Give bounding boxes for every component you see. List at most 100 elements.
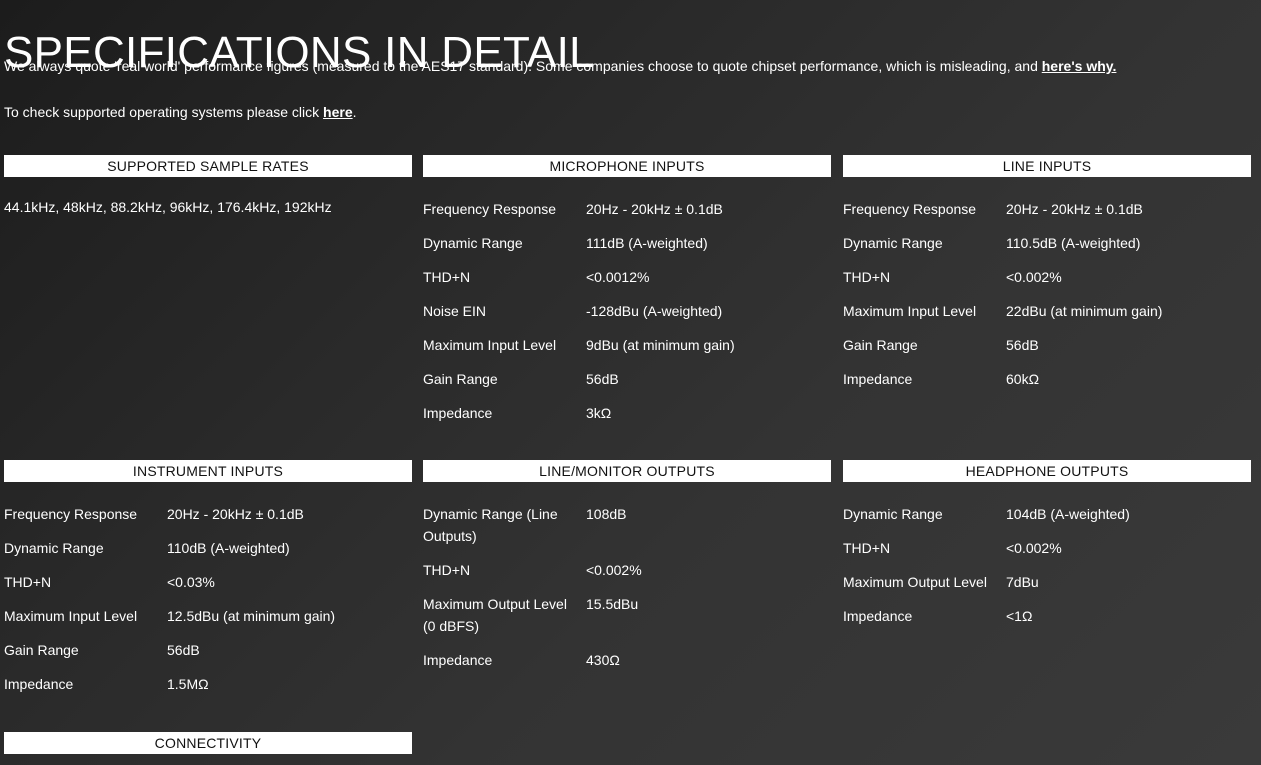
spec-label: THD+N [4, 574, 52, 590]
spec-value: <1Ω [1006, 608, 1033, 624]
spec-row: Dynamic Range 110dB (A-weighted) [4, 531, 412, 565]
spec-label: Maximum Input Level [4, 608, 138, 624]
spec-label: Impedance [423, 652, 493, 668]
spec-label: Frequency Response [423, 201, 557, 217]
spec-value: <0.002% [1006, 540, 1062, 556]
spec-row: Gain Range 56dB [843, 328, 1251, 362]
section-header-connectivity[interactable]: CONNECTIVITY [4, 732, 412, 754]
spec-label: Gain Range [4, 642, 79, 658]
spec-label: Impedance [4, 676, 74, 692]
spec-row: Gain Range 56dB [423, 362, 831, 396]
section-microphone-inputs: MICROPHONE INPUTS Frequency Response 20Hz… [423, 155, 831, 430]
spec-row: Frequency Response 20Hz - 20kHz ± 0.1dB [4, 494, 412, 531]
spec-value: 104dB (A-weighted) [1006, 506, 1130, 522]
section-header-headphone-outputs[interactable]: HEADPHONE OUTPUTS [843, 460, 1251, 482]
spec-value: 22dBu (at minimum gain) [1006, 303, 1163, 319]
spec-value: 56dB [586, 371, 619, 387]
spec-label: Maximum Output Level (0 dBFS) [423, 596, 567, 634]
section-header-microphone-inputs[interactable]: MICROPHONE INPUTS [423, 155, 831, 177]
spec-value: 60kΩ [1006, 371, 1040, 387]
spec-value: <0.002% [586, 562, 642, 578]
spec-table-microphone-inputs: Frequency Response 20Hz - 20kHz ± 0.1dB Dy… [423, 189, 831, 430]
spec-label: Dynamic Range [843, 235, 943, 251]
sample-rates-text: 44.1kHz, 48kHz, 88.2kHz, 96kHz, 176.4kHz… [4, 199, 332, 215]
spec-label: THD+N [843, 540, 891, 556]
spec-table-instrument-inputs: Frequency Response 20Hz - 20kHz ± 0.1dB Dy… [4, 494, 412, 701]
spec-row: Impedance 430Ω [423, 643, 831, 677]
spec-row: Impedance 3kΩ [423, 396, 831, 430]
section-headphone-outputs: HEADPHONE OUTPUTS Dynamic Range 104dB (A-… [843, 460, 1251, 633]
section-header-line-inputs[interactable]: LINE INPUTS [843, 155, 1251, 177]
os-support-here-link[interactable]: here [323, 104, 353, 120]
spec-row: Gain Range 56dB [4, 633, 412, 667]
spec-label: Frequency Response [4, 506, 138, 522]
spec-value: 9dBu (at minimum gain) [586, 337, 735, 353]
os-support-text: To check supported operating systems ple… [4, 104, 324, 120]
spec-value: 20Hz - 20kHz ± 0.1dB [586, 201, 723, 217]
spec-label: Impedance [843, 608, 913, 624]
section-line-inputs: LINE INPUTS Frequency Response 20Hz - 20k… [843, 155, 1251, 396]
spec-label: Impedance [423, 405, 493, 421]
spec-label: Gain Range [843, 337, 918, 353]
spec-row: Frequency Response 20Hz - 20kHz ± 0.1dB [843, 189, 1251, 226]
spec-value: 111dB (A-weighted) [586, 235, 708, 251]
spec-row: THD+N <0.002% [843, 260, 1251, 294]
spec-label: Gain Range [423, 371, 498, 387]
spec-label: THD+N [423, 562, 471, 578]
spec-row: Maximum Input Level 9dBu (at minimum gain… [423, 328, 831, 362]
spec-value: <0.0012% [586, 269, 650, 285]
spec-value: <0.03% [167, 574, 215, 590]
spec-table-line-monitor-outputs: Dynamic Range (Line Outputs) 108dB THD+N <0… [423, 494, 831, 677]
spec-row: Maximum Input Level 12.5dBu (at minimum g… [4, 599, 412, 633]
spec-row: Maximum Input Level 22dBu (at minimum gai… [843, 294, 1251, 328]
spec-label: Maximum Output Level [843, 574, 987, 590]
spec-value: <0.002% [1006, 269, 1062, 285]
spec-label: Impedance [843, 371, 913, 387]
spec-label: Maximum Input Level [843, 303, 977, 319]
section-supported-sample-rates: SUPPORTED SAMPLE RATES 44.1kHz, 48kHz, 8… [4, 155, 412, 216]
spec-value: 430Ω [586, 652, 620, 668]
spec-value: 110dB (A-weighted) [167, 540, 290, 556]
spec-label: THD+N [843, 269, 891, 285]
os-support-suffix: . [352, 104, 357, 120]
spec-row: THD+N <0.002% [843, 531, 1251, 565]
spec-row: THD+N <0.0012% [423, 260, 831, 294]
spec-row: Noise EIN -128dBu (A-weighted) [423, 294, 831, 328]
section-line-monitor-outputs: LINE/MONITOR OUTPUTS Dynamic Range (Line… [423, 460, 831, 677]
spec-row: Dynamic Range (Line Outputs) 108dB [423, 494, 831, 553]
spec-value: 20Hz - 20kHz ± 0.1dB [1006, 201, 1143, 217]
spec-row: Impedance 1.5MΩ [4, 667, 412, 701]
spec-value: 56dB [167, 642, 200, 658]
spec-row: Impedance <1Ω [843, 599, 1251, 633]
spec-row: Maximum Output Level 7dBu [843, 565, 1251, 599]
section-instrument-inputs: INSTRUMENT INPUTS Frequency Response 20Hz… [4, 460, 412, 701]
spec-label: Dynamic Range [423, 235, 523, 251]
section-connectivity: CONNECTIVITY [4, 732, 412, 754]
spec-value: 15.5dBu [586, 596, 639, 612]
spec-row: Dynamic Range 111dB (A-weighted) [423, 226, 831, 260]
spec-row: THD+N <0.03% [4, 565, 412, 599]
section-header-line-monitor-outputs[interactable]: LINE/MONITOR OUTPUTS [423, 460, 831, 482]
spec-table-line-inputs: Frequency Response 20Hz - 20kHz ± 0.1dB Dy… [843, 189, 1251, 396]
section-header-instrument-inputs[interactable]: INSTRUMENT INPUTS [4, 460, 412, 482]
spec-row: Dynamic Range 104dB (A-weighted) [843, 494, 1251, 531]
spec-label: Maximum Input Level [423, 337, 557, 353]
spec-label: Noise EIN [423, 303, 487, 319]
spec-row: Maximum Output Level (0 dBFS) 15.5dBu [423, 587, 831, 643]
spec-value: 7dBu [1006, 574, 1039, 590]
spec-value: 108dB [586, 506, 627, 522]
heres-why-link[interactable]: here's why. [1042, 58, 1117, 74]
spec-value: 110.5dB (A-weighted) [1006, 235, 1141, 251]
spec-value: 56dB [1006, 337, 1039, 353]
os-support-paragraph: To check supported operating systems ple… [4, 103, 357, 121]
intro-paragraph: We always quote 'real world' performance… [4, 57, 1116, 75]
spec-value: 3kΩ [586, 405, 612, 421]
intro-text: We always quote 'real world' performance… [4, 58, 1042, 74]
spec-label: Dynamic Range (Line Outputs) [423, 506, 558, 544]
spec-row: Dynamic Range 110.5dB (A-weighted) [843, 226, 1251, 260]
spec-row: Frequency Response 20Hz - 20kHz ± 0.1dB [423, 189, 831, 226]
section-header-supported-sample-rates[interactable]: SUPPORTED SAMPLE RATES [4, 155, 412, 177]
spec-label: THD+N [423, 269, 471, 285]
spec-table-headphone-outputs: Dynamic Range 104dB (A-weighted) THD+N <0.0… [843, 494, 1251, 633]
spec-row: Impedance 60kΩ [843, 362, 1251, 396]
